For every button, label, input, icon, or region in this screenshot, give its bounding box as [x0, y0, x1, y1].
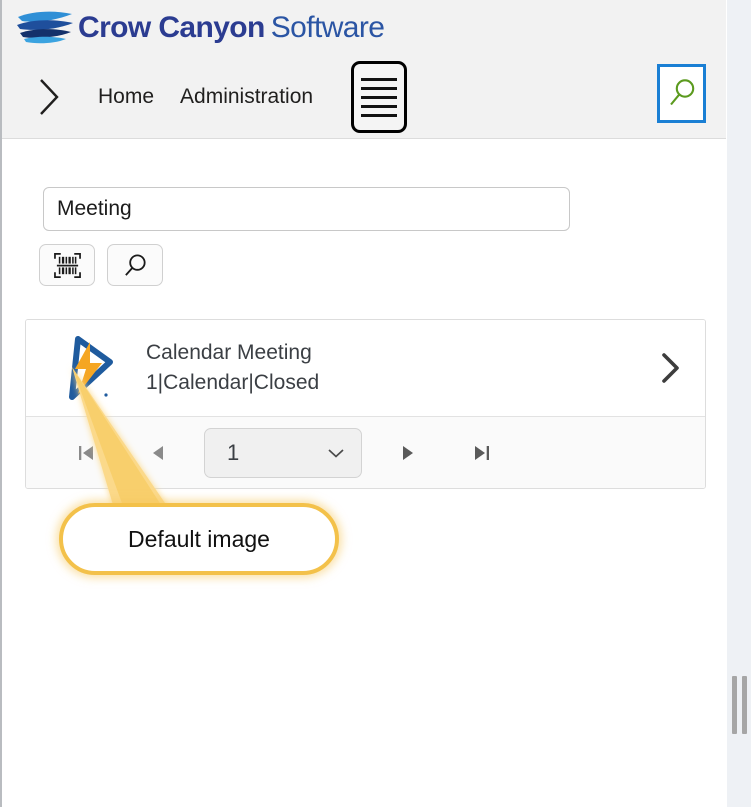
page-next-icon	[403, 445, 413, 460]
barcode-scan-button[interactable]	[39, 244, 95, 286]
brand-wordmark: Crow Canyon Software	[78, 11, 385, 44]
search-submit-button[interactable]	[107, 244, 163, 286]
brand-bar: Crow Canyon Software	[2, 0, 726, 56]
magnifier-icon	[124, 253, 146, 276]
global-search-button[interactable]	[657, 64, 706, 123]
pager: 1	[26, 416, 705, 488]
page-number-value: 1	[227, 439, 240, 465]
pager-last-button[interactable]	[458, 429, 506, 477]
chevron-down-icon	[328, 448, 344, 458]
result-subtitle: 1|Calendar|Closed	[146, 371, 320, 394]
pager-previous-button[interactable]	[134, 429, 182, 477]
page-number-select[interactable]: 1	[204, 427, 362, 478]
callout-label: Default image	[128, 525, 270, 552]
barcode-scan-icon	[53, 252, 81, 278]
result-text-group: Calendar Meeting 1|Calendar|Closed	[146, 338, 653, 398]
crow-canyon-wave-logo-icon	[17, 11, 73, 44]
pager-first-button[interactable]	[62, 429, 110, 477]
table-row[interactable]: Calendar Meeting 1|Calendar|Closed	[26, 320, 705, 416]
document-lines-icon-line	[361, 104, 398, 108]
chevron-right-icon	[662, 353, 679, 383]
result-open-button[interactable]	[653, 350, 687, 386]
search-input[interactable]	[43, 187, 570, 231]
resize-grip-bar	[732, 676, 737, 734]
callout-bubble: Default image	[59, 503, 339, 575]
document-lines-icon-line	[361, 77, 398, 81]
nav-bar: Home Administration	[2, 56, 726, 139]
brand-name-light: Software	[270, 11, 385, 44]
nav-link-home[interactable]: Home	[98, 85, 154, 109]
page-previous-icon	[153, 445, 163, 460]
nav-expand-button[interactable]	[26, 76, 72, 118]
page-last-icon	[475, 445, 489, 460]
result-title: Calendar Meeting	[146, 341, 312, 365]
document-lines-icon-line	[361, 113, 398, 117]
list-view-button[interactable]	[351, 61, 408, 133]
nav-link-administration[interactable]: Administration	[180, 85, 313, 109]
resize-grip-bar	[742, 676, 747, 734]
app-frame: Crow CanyonSoftware Home Administration	[0, 0, 726, 807]
right-rail	[726, 0, 751, 807]
screen-body: Calendar Meeting 1|Calendar|Closed	[2, 139, 726, 807]
page-first-icon	[79, 445, 93, 460]
document-lines-icon-line	[361, 86, 398, 90]
chevron-right-icon	[40, 79, 59, 115]
magnifier-icon	[669, 78, 694, 105]
brand-name-bold: Crow Canyon	[78, 11, 265, 44]
results-card: Calendar Meeting 1|Calendar|Closed 1	[25, 319, 706, 489]
pager-next-button[interactable]	[384, 429, 432, 477]
resize-grip-icon[interactable]	[732, 676, 747, 734]
power-apps-logo-icon	[69, 336, 113, 400]
document-lines-icon-line	[361, 95, 398, 99]
